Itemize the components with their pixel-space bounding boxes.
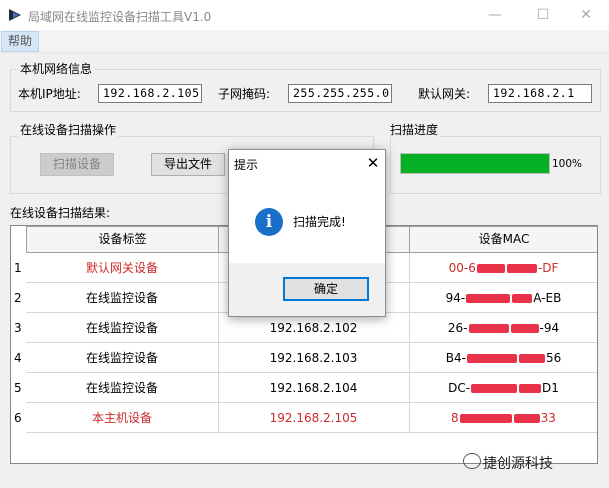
- table-cell-ip[interactable]: 192.168.2.104: [218, 373, 410, 403]
- table-cell-mac[interactable]: DC- D1: [409, 373, 597, 403]
- table-cell-ip[interactable]: 192.168.2.103: [218, 343, 410, 373]
- progress-label: 100%: [552, 158, 583, 170]
- mac-suffix: 56: [545, 351, 562, 365]
- row-number: 4: [14, 351, 22, 365]
- window-title: 局域网在线监控设备扫描工具V1.0: [28, 10, 212, 24]
- table-cell-label[interactable]: 在线监控设备: [26, 343, 219, 373]
- table-cell-mac[interactable]: 00-6 -DF: [409, 253, 597, 283]
- redaction-mark: [466, 294, 511, 303]
- gateway-field[interactable]: 192.168.2.1: [488, 84, 592, 103]
- mac-prefix: DC-: [448, 381, 471, 395]
- results-title: 在线设备扫描结果:: [10, 206, 111, 220]
- watermark-text: 捷创源科技: [483, 456, 553, 472]
- maximize-button[interactable]: ☐: [520, 0, 566, 30]
- mac-suffix: 33: [540, 411, 556, 425]
- mask-field[interactable]: 255.255.255.0: [288, 84, 392, 103]
- table-cell-label[interactable]: 在线监控设备: [26, 283, 219, 313]
- ip-label: 本机IP地址:: [18, 87, 81, 101]
- table-cell-mac[interactable]: 26- -94: [409, 313, 597, 343]
- app-icon: [7, 7, 23, 26]
- ip-field[interactable]: 192.168.2.105: [98, 84, 202, 103]
- scan-button[interactable]: 扫描设备: [40, 153, 114, 176]
- table-cell-label[interactable]: 默认网关设备: [26, 253, 219, 283]
- redaction-mark: [466, 354, 517, 363]
- redaction-mark: [518, 354, 545, 363]
- redaction-mark: [468, 324, 509, 333]
- title-bar: 局域网在线监控设备扫描工具V1.0 — ☐ ✕: [0, 0, 609, 30]
- wechat-icon: [463, 453, 481, 469]
- redaction-mark: [512, 294, 533, 303]
- table-cell-label[interactable]: 本主机设备: [26, 403, 219, 433]
- col-header-label[interactable]: 设备标签: [26, 226, 219, 253]
- row-number: 2: [14, 291, 22, 305]
- scan-ops-group-title: 在线设备扫描操作: [18, 123, 119, 137]
- table-cell-mac[interactable]: 8 33: [409, 403, 597, 433]
- mac-prefix: 94-: [445, 291, 466, 305]
- mac-prefix: 26-: [447, 321, 468, 335]
- dialog-title: 提示: [234, 158, 259, 172]
- mac-prefix: 8: [451, 411, 459, 425]
- info-icon: i: [255, 208, 283, 236]
- mac-suffix: -DF: [537, 261, 559, 275]
- col-header-mac[interactable]: 设备MAC: [409, 226, 597, 253]
- export-button[interactable]: 导出文件: [151, 153, 225, 176]
- progress-bar: [400, 153, 550, 174]
- progress-group-title: 扫描进度: [388, 123, 441, 137]
- row-number: 5: [14, 381, 22, 395]
- table-cell-ip[interactable]: 192.168.2.102: [218, 313, 410, 343]
- mask-label: 子网掩码:: [218, 87, 271, 101]
- progress-fill: [401, 154, 549, 173]
- mac-suffix: D1: [542, 381, 559, 395]
- message-dialog: 提示 ✕ i 扫描完成! 确定: [228, 149, 386, 317]
- redaction-mark: [510, 324, 539, 333]
- row-number: 3: [14, 321, 22, 335]
- mac-prefix: B4-: [445, 351, 466, 365]
- gateway-label: 默认网关:: [418, 87, 471, 101]
- table-cell-label[interactable]: 在线监控设备: [26, 373, 219, 403]
- table-cell-ip[interactable]: 192.168.2.105: [218, 403, 410, 433]
- dialog-ok-button[interactable]: 确定: [283, 277, 369, 301]
- menu-bar: 帮助: [0, 30, 609, 53]
- redaction-mark: [459, 414, 512, 423]
- redaction-mark: [519, 384, 542, 393]
- redaction-mark: [471, 384, 518, 393]
- menu-help[interactable]: 帮助: [1, 31, 40, 52]
- table-cell-label[interactable]: 在线监控设备: [26, 313, 219, 343]
- redaction-mark: [513, 414, 540, 423]
- row-number: 6: [14, 411, 22, 425]
- table-cell-mac[interactable]: B4- 56: [409, 343, 597, 373]
- table-cell-mac[interactable]: 94- A-EB: [409, 283, 597, 313]
- dialog-close-button[interactable]: ✕: [361, 152, 385, 174]
- mac-suffix: A-EB: [533, 291, 562, 305]
- row-number: 1: [14, 261, 22, 275]
- redaction-mark: [506, 264, 537, 273]
- local-network-group-title: 本机网络信息: [18, 62, 95, 76]
- close-window-button[interactable]: ✕: [563, 0, 609, 30]
- minimize-button[interactable]: —: [472, 0, 518, 30]
- mac-suffix: -94: [539, 321, 560, 335]
- dialog-message: 扫描完成!: [293, 215, 346, 229]
- redaction-mark: [476, 264, 505, 273]
- mac-prefix: 00-6: [448, 261, 476, 275]
